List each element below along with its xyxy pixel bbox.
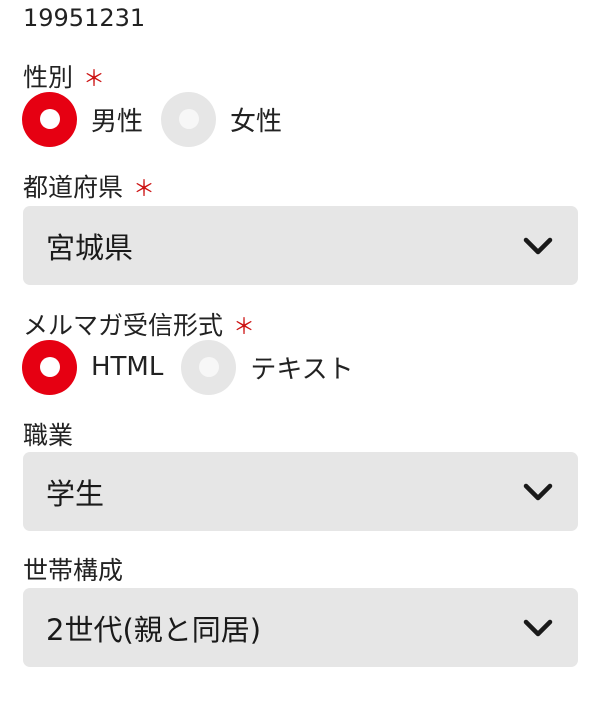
- radio-selected-icon[interactable]: [22, 91, 77, 147]
- required-mark: ＊: [133, 177, 156, 202]
- birthdate-value: 19951231: [23, 4, 146, 32]
- occupation-select-value: 学生: [46, 476, 105, 511]
- chevron-down-icon: [523, 483, 553, 500]
- newsletter-option-html[interactable]: HTML: [22, 339, 164, 395]
- required-mark: ＊: [83, 67, 106, 92]
- newsletter-option-label: テキスト: [250, 354, 354, 385]
- radio-unselected-icon[interactable]: [181, 339, 237, 395]
- household-select-value: 2世代(親と同居): [46, 612, 262, 647]
- newsletter-option-text[interactable]: テキスト: [181, 339, 354, 395]
- household-label: 世帯構成: [23, 556, 124, 585]
- prefecture-label: 都道府県: [23, 173, 124, 202]
- gender-option-male[interactable]: 男性: [22, 91, 144, 147]
- household-label-row: 世帯構成: [23, 551, 123, 587]
- newsletter-format-radio-group: HTML テキスト: [22, 339, 372, 395]
- gender-label-row: 性別 ＊: [23, 58, 105, 94]
- occupation-label: 職業: [23, 421, 74, 450]
- newsletter-option-label: HTML: [91, 352, 164, 382]
- gender-label: 性別: [23, 63, 74, 92]
- gender-option-label: 女性: [230, 106, 283, 137]
- gender-radio-group: 男性 女性: [22, 91, 300, 147]
- prefecture-select[interactable]: 宮城県: [23, 206, 578, 285]
- chevron-down-icon: [523, 619, 553, 636]
- occupation-label-row: 職業: [23, 416, 73, 452]
- gender-option-female[interactable]: 女性: [161, 91, 283, 147]
- chevron-down-icon: [523, 237, 553, 254]
- required-mark: ＊: [233, 315, 256, 340]
- occupation-select[interactable]: 学生: [23, 452, 578, 531]
- gender-option-label: 男性: [91, 106, 144, 137]
- prefecture-select-value: 宮城県: [46, 230, 134, 265]
- newsletter-format-label-row: メルマガ受信形式 ＊: [23, 306, 255, 342]
- household-select[interactable]: 2世代(親と同居): [23, 588, 578, 667]
- radio-unselected-icon[interactable]: [161, 91, 217, 147]
- prefecture-label-row: 都道府県 ＊: [23, 168, 155, 204]
- radio-selected-icon[interactable]: [22, 339, 77, 395]
- newsletter-format-label: メルマガ受信形式: [23, 311, 224, 340]
